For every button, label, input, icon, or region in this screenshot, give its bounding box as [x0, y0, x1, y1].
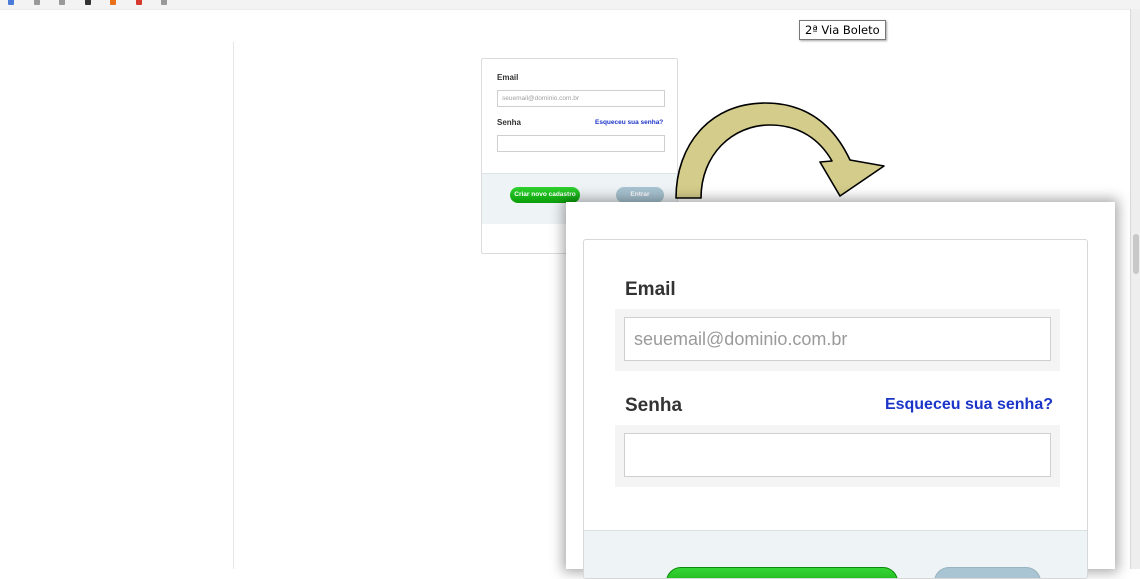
email-label: Email [497, 73, 519, 82]
page-icon [161, 0, 168, 5]
bookmark-item[interactable] [84, 0, 94, 6]
email-field[interactable]: seuemail@dominio.com.br [497, 90, 665, 107]
forgot-password-link[interactable]: Esqueceu sua senha? [885, 396, 1053, 414]
create-account-button[interactable]: Criar novo cadastro [510, 187, 580, 203]
content-divider [233, 42, 234, 569]
email-label: Email [625, 279, 676, 300]
apps-icon [8, 0, 14, 5]
login-card-footer [584, 530, 1087, 578]
password-label: Senha [625, 395, 683, 416]
forgot-password-link[interactable]: Esqueceu sua senha? [595, 119, 663, 126]
play-icon [84, 0, 91, 5]
bookmark-item[interactable] [110, 0, 119, 6]
page-icon [33, 0, 40, 5]
scrollbar[interactable] [1130, 9, 1140, 569]
bookmark-item[interactable] [59, 0, 68, 6]
scrollbar-thumb[interactable] [1133, 234, 1139, 274]
mail-icon [135, 0, 142, 5]
blogger-icon [110, 0, 117, 5]
zoomed-login-panel: Email seuemail@dominio.com.br Senha Esqu… [566, 202, 1115, 579]
curved-arrow-icon [675, 102, 885, 199]
login-button[interactable]: Entrar [616, 187, 664, 203]
bookmark-item[interactable] [33, 0, 43, 6]
bookmark-item[interactable] [161, 0, 170, 6]
password-label: Senha [497, 118, 522, 127]
top-shade [0, 9, 1130, 10]
email-field[interactable]: seuemail@dominio.com.br [624, 317, 1051, 361]
password-field[interactable] [624, 433, 1051, 477]
tooltip: 2ª Via Boleto [799, 20, 886, 40]
bookmark-item[interactable] [8, 0, 17, 6]
login-card-zoomed: Email seuemail@dominio.com.br Senha Esqu… [583, 239, 1088, 579]
password-field[interactable] [497, 135, 665, 152]
bookmark-item[interactable] [135, 0, 145, 6]
page-icon [59, 0, 66, 5]
